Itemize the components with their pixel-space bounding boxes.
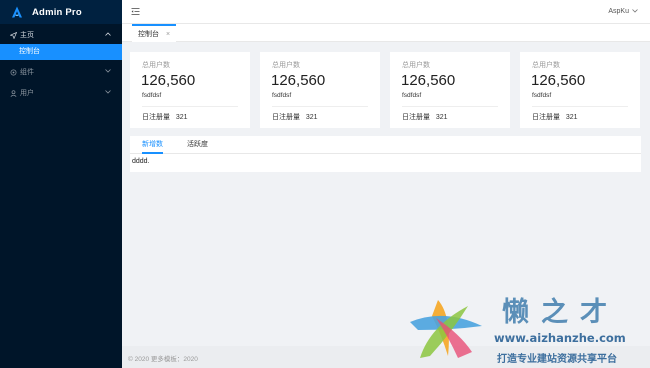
tab-console-label: 控制台 [138, 31, 159, 38]
stat-card: 总用户数 126,560 fsdfdsf 日注册量 321 [260, 52, 380, 128]
settings-icon [9, 69, 17, 76]
tab-console[interactable]: 控制台 × [132, 24, 177, 42]
stat-card-value: 126,560 [271, 72, 326, 89]
stat-card-footer: 日注册量 321 [402, 114, 448, 121]
chevron-down-icon [632, 8, 638, 15]
close-icon[interactable]: × [166, 31, 170, 38]
stat-card: 总用户数 126,560 fsdfdsf 日注册量 321 [390, 52, 510, 128]
copyright-text: © 2020 更多模板：2020 [128, 356, 198, 363]
user-name: AspKu [608, 8, 629, 15]
menu-users-label: 用户 [20, 90, 34, 97]
watermark-url: www.aizhanzhe.com [494, 331, 626, 345]
stat-card-value: 126,560 [141, 72, 196, 89]
stat-card-title: 总用户数 [142, 62, 170, 69]
content-panel: 新增数 活跃度 dddd. [130, 136, 641, 172]
menu-home[interactable]: 主页 [0, 26, 122, 44]
user-menu[interactable]: AspKu [608, 8, 638, 15]
stat-card-footer: 日注册量 321 [272, 114, 318, 121]
divider [532, 106, 628, 107]
divider [402, 106, 498, 107]
stat-card-subtitle: fsdfdsf [532, 92, 552, 99]
submenu-home: 控制台 [0, 44, 122, 60]
watermark-slogan: 打造专业建站资源共享平台 [497, 354, 617, 365]
page-tabs-bar: 控制台 × [122, 24, 650, 42]
stat-card-subtitle: fsdfdsf [142, 92, 162, 99]
menu-components[interactable]: 组件 [0, 63, 122, 81]
stat-card-title: 总用户数 [402, 62, 430, 69]
user-icon [9, 89, 17, 97]
tab-new-count[interactable]: 新增数 [142, 136, 163, 154]
menu-group-home: 主页 控制台 [0, 26, 122, 60]
stat-card-footer: 日注册量 321 [532, 114, 578, 121]
stat-card-subtitle: fsdfdsf [402, 92, 422, 99]
divider [142, 106, 238, 107]
sidebar: Admin Pro 主页 控制台 组件 用户 [0, 0, 122, 368]
chevron-up-icon [105, 31, 111, 38]
send-icon [9, 31, 17, 39]
app-logo[interactable]: Admin Pro [0, 0, 122, 24]
menu-users[interactable]: 用户 [0, 84, 122, 102]
tab-activity[interactable]: 活跃度 [187, 136, 208, 154]
menu-home-label: 主页 [20, 32, 34, 39]
watermark-logo-icon [410, 300, 482, 358]
watermark-brand: 懒之才 [502, 297, 619, 328]
top-header: AspKu [122, 0, 650, 24]
app-title: Admin Pro [32, 6, 82, 18]
panel-tabs: 新增数 活跃度 [130, 136, 641, 154]
stat-card: 总用户数 126,560 fsdfdsf 日注册量 321 [130, 52, 250, 128]
stat-card-title: 总用户数 [532, 62, 560, 69]
chevron-down-icon [105, 89, 111, 96]
stat-card: 总用户数 126,560 fsdfdsf 日注册量 321 [520, 52, 640, 128]
chevron-down-icon [105, 68, 111, 75]
admin-logo-icon [12, 6, 22, 18]
stat-card-value: 126,560 [531, 72, 586, 89]
stat-card-footer: 日注册量 321 [142, 114, 188, 121]
stat-card-value: 126,560 [401, 72, 456, 89]
divider [272, 106, 368, 107]
stat-card-title: 总用户数 [272, 62, 300, 69]
sidebar-item-console[interactable]: 控制台 [0, 44, 122, 60]
stat-card-subtitle: fsdfdsf [272, 92, 292, 99]
menu-fold-icon[interactable] [131, 7, 140, 16]
panel-content: dddd. [132, 158, 150, 165]
menu-components-label: 组件 [20, 69, 34, 76]
